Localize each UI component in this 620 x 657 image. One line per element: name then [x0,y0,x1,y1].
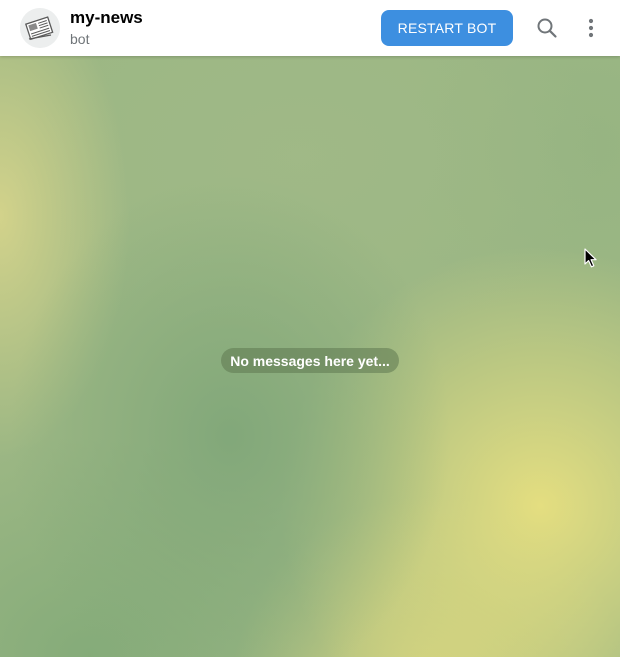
chat-title[interactable]: my-news [70,8,143,28]
chat-background[interactable]: No messages here yet... [0,56,620,657]
empty-chat-message: No messages here yet... [221,348,399,373]
chat-header: my-news bot RESTART BOT [0,0,620,56]
chat-subtitle: bot [70,31,90,47]
mouse-pointer-icon [584,248,598,273]
search-icon[interactable] [531,12,563,44]
restart-bot-button[interactable]: RESTART BOT [381,10,513,46]
chat-window: my-news bot RESTART BOT No messages here… [0,0,620,657]
more-vertical-icon[interactable] [575,12,607,44]
newspaper-avatar-icon[interactable] [20,8,60,48]
